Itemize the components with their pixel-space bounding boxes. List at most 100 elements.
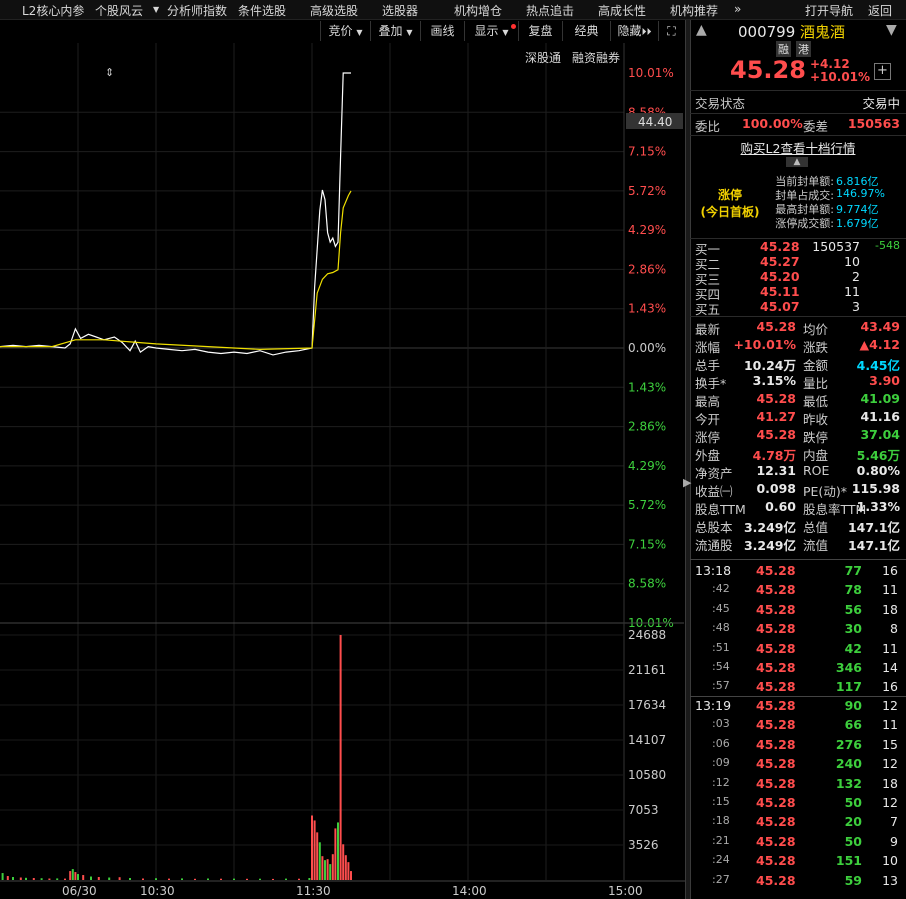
quote-row: 收益㈠ 0.098 PE(动)* 115.98 <box>690 481 906 499</box>
price-pct-tick: 1.43% <box>628 380 666 394</box>
bid-row[interactable]: 买三 45.20 2 <box>690 269 906 287</box>
intraday-chart[interactable]: 10.01% 8.58% 7.15% 5.72% 4.29% 2.86% 1.43% 0.00… <box>0 0 685 899</box>
tick-count: 13 <box>882 872 898 888</box>
volume-bar <box>329 864 332 880</box>
tick-row: :12 45.28 132 18 <box>690 776 906 794</box>
quote-row: 净资产 12.31 ROE 0.80% <box>690 463 906 481</box>
prev-stock-icon[interactable]: ▲ <box>696 22 707 38</box>
sgt-tab[interactable]: 深股通 <box>525 49 561 66</box>
tick-volume: 59 <box>844 872 862 888</box>
draw-line-button[interactable]: 画线 <box>420 21 464 41</box>
volume-bar <box>25 877 27 880</box>
tick-time: :27 <box>712 872 730 886</box>
open-nav-button[interactable]: 打开导航 <box>805 2 853 19</box>
tick-volume: 56 <box>844 601 862 617</box>
menu-item[interactable]: » <box>734 2 741 16</box>
quote-label: 流值 <box>803 538 829 553</box>
volume-bar <box>40 878 43 880</box>
tick-time: :18 <box>712 814 730 828</box>
bid-row[interactable]: 买二 45.27 10 <box>690 254 906 272</box>
margin-trading-tab[interactable]: 融资融券 <box>572 49 620 66</box>
volume-bar <box>347 862 350 880</box>
tick-row: :57 45.28 117 16 <box>690 679 906 697</box>
quote-label: 均价 <box>803 322 829 337</box>
volume-bar <box>313 820 316 880</box>
bid-volume: 10 <box>844 254 860 269</box>
volume-bar <box>316 832 319 880</box>
price-pct-tick: 8.58% <box>628 577 666 591</box>
divider <box>690 316 906 317</box>
tick-volume: 151 <box>835 853 862 869</box>
bid-row[interactable]: 买四 45.11 11 <box>690 284 906 302</box>
quote-value: 37.04 <box>860 427 900 442</box>
tick-price: 45.28 <box>756 621 796 637</box>
commission-diff-label: 委差 <box>803 119 829 134</box>
quote-value: 147.1亿 <box>847 520 900 535</box>
time-tick: 06/30 <box>62 884 97 898</box>
tick-count: 11 <box>882 640 898 656</box>
quote-value: 5.46万 <box>856 448 900 463</box>
price-pct-tick: 0.00% <box>628 341 666 355</box>
volume-bar <box>69 871 72 880</box>
price-pct-tick: 2.86% <box>628 420 666 434</box>
bid-volume: 150537 <box>812 239 860 254</box>
tick-time: :03 <box>712 717 730 731</box>
bid-button[interactable]: 竞价 ▼ <box>320 21 370 41</box>
price-pct-tick: 7.15% <box>628 145 666 159</box>
volume-bar <box>220 878 222 880</box>
volume-bar <box>337 822 339 880</box>
hide-button[interactable]: 隐藏⏵⏵ <box>610 21 658 41</box>
quote-row: 总手 10.24万 金额 4.45亿 <box>690 355 906 373</box>
quote-label: 昨收 <box>803 412 829 427</box>
chevron-up-icon[interactable]: ▲ <box>786 157 808 167</box>
volume-bar <box>64 878 66 880</box>
quote-row: 涨停 45.28 跌停 37.04 <box>690 427 906 445</box>
next-stock-icon[interactable]: ▼ <box>886 22 897 38</box>
bid-row[interactable]: 买一 45.28 150537 -548 <box>690 239 906 257</box>
bid-row[interactable]: 买五 45.07 3 <box>690 299 906 317</box>
quote-row: 换手* 3.15% 量比 3.90 <box>690 373 906 391</box>
tick-row: :45 45.28 56 18 <box>690 602 906 620</box>
tick-count: 18 <box>882 601 898 617</box>
review-button[interactable]: 复盘 <box>518 21 562 41</box>
quote-value: 147.1亿 <box>847 538 900 553</box>
volume-bar <box>233 878 235 880</box>
limit-up-title: 涨停 <box>717 188 742 202</box>
l2-link[interactable]: 购买L2查看十档行情 <box>690 138 906 156</box>
tick-volume: 77 <box>844 563 862 578</box>
volume-bar <box>194 878 196 880</box>
tick-row: 13:19 45.28 90 12 <box>690 698 906 716</box>
volume-bar <box>56 878 59 880</box>
quote-value: 0.098 <box>756 481 796 496</box>
divider <box>690 113 906 114</box>
volume-bar <box>142 878 144 880</box>
divider <box>690 559 906 560</box>
quote-label: PE(动)* <box>803 484 847 499</box>
tick-time: :21 <box>712 833 730 847</box>
tick-count: 12 <box>882 756 898 772</box>
volume-bar <box>108 877 111 880</box>
tick-price: 45.28 <box>756 775 796 791</box>
volume-bar <box>19 877 22 880</box>
tick-price: 45.28 <box>756 679 796 695</box>
volume-bar <box>331 854 334 880</box>
tick-price: 45.28 <box>756 853 796 869</box>
overlay-button[interactable]: 叠加 ▼ <box>370 21 420 41</box>
quote-label: 总股本 <box>695 520 733 535</box>
cursor-price-label: 44.40 <box>638 115 672 129</box>
display-button[interactable]: 显示 ▼ <box>464 21 518 41</box>
classic-button[interactable]: 经典 <box>562 21 610 41</box>
add-watchlist-icon[interactable]: + <box>874 63 891 80</box>
overlay-label: 叠加 <box>378 24 403 38</box>
quote-label: 外盘 <box>695 448 721 463</box>
tick-count: 16 <box>882 563 898 578</box>
quote-label: 股息TTM <box>695 502 746 517</box>
tick-count: 11 <box>882 582 898 598</box>
fullscreen-button[interactable]: ⛶ <box>658 21 684 41</box>
back-button[interactable]: 返回 <box>868 2 892 19</box>
hide-label: 隐藏 <box>617 24 642 38</box>
price-change: +4.12 <box>810 57 850 71</box>
quote-label: 最高 <box>695 394 721 409</box>
tick-volume: 90 <box>844 698 862 713</box>
quote-label: 内盘 <box>803 448 829 463</box>
